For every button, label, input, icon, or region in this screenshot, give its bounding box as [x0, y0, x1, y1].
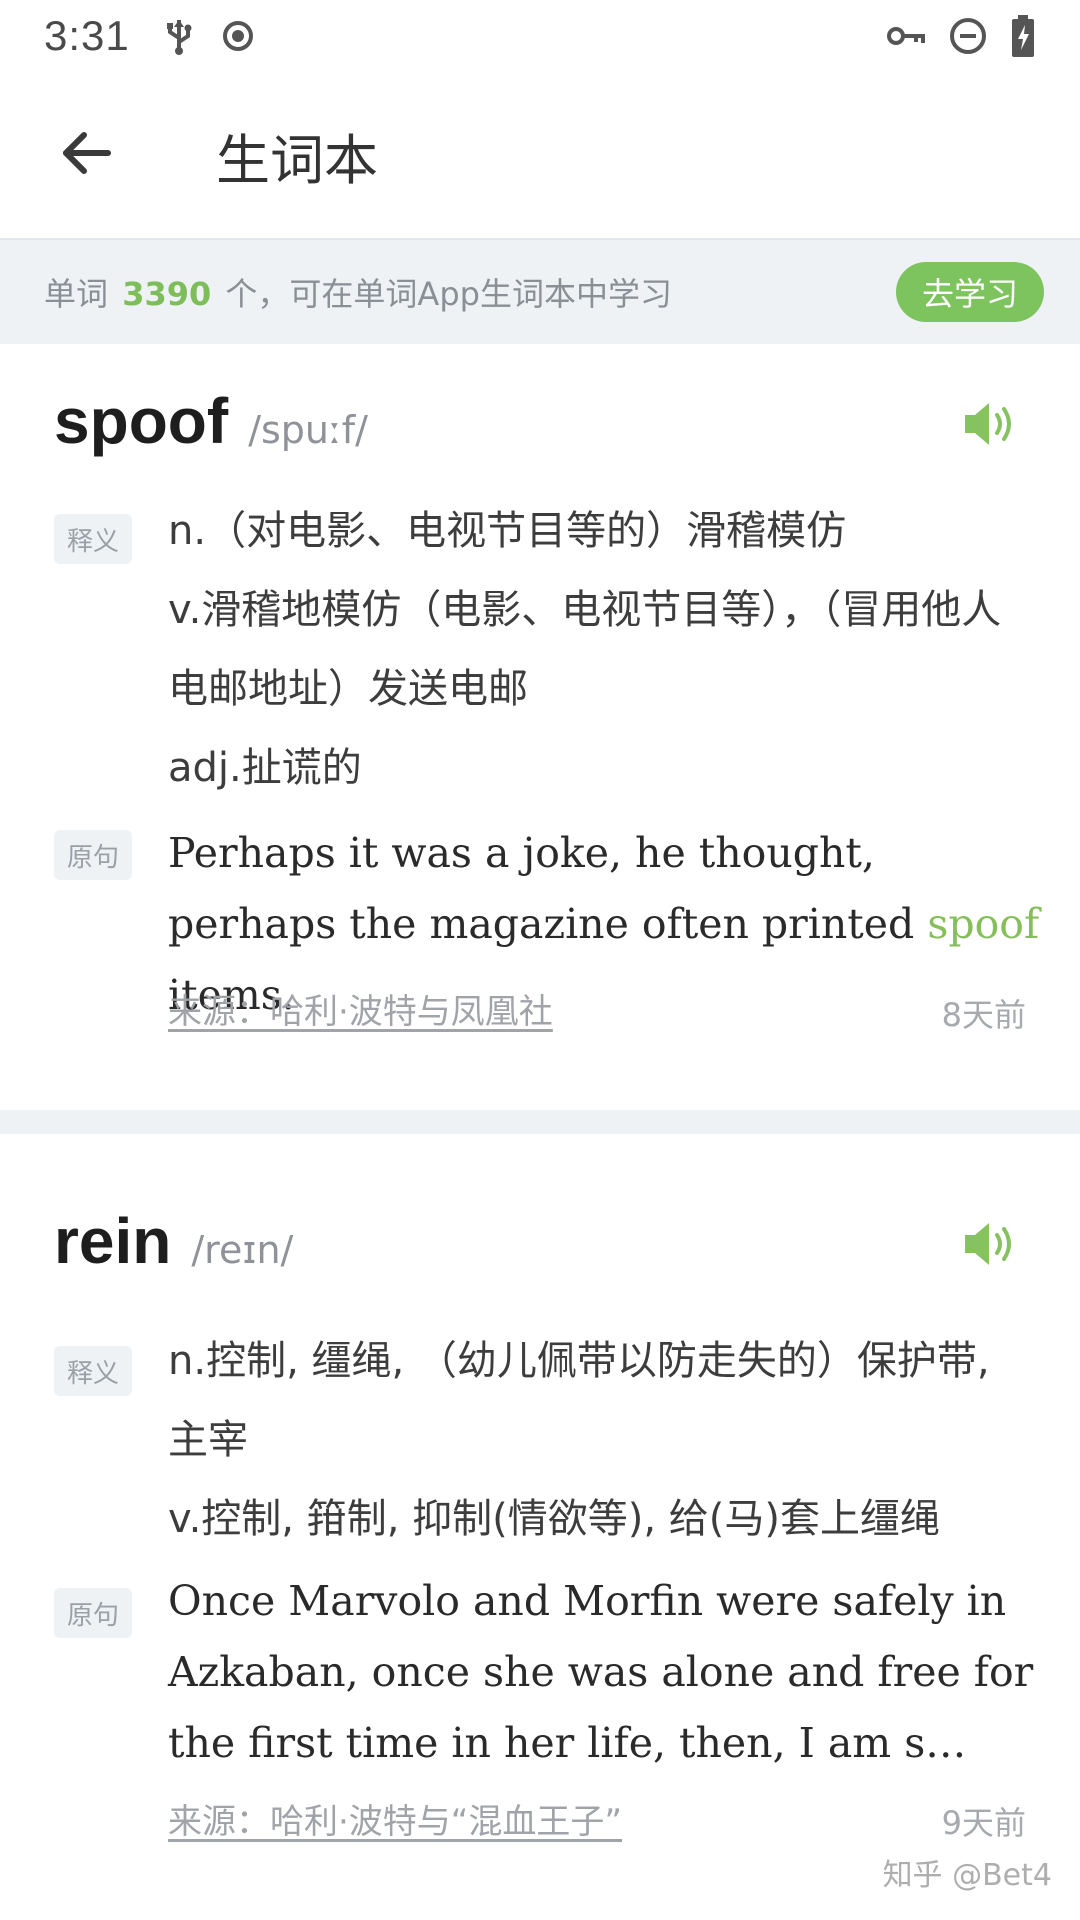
back-button[interactable]	[52, 121, 120, 189]
go-study-button[interactable]: 去学习	[895, 262, 1044, 322]
definition-line: v.控制, 箝制, 抑制(情欲等), 给(马)套上缰绳	[168, 1496, 940, 1542]
word-card[interactable]: spoof /spuːf/ 释义 n.（对电影、电视节目等的）滑稽模仿 v.滑稽…	[0, 344, 1080, 1110]
time-ago: 8天前	[941, 996, 1026, 1034]
arrow-back-icon	[58, 129, 114, 181]
source-link[interactable]: 来源：哈利·波特与凤凰社	[168, 984, 553, 1033]
status-left-icons	[164, 16, 256, 56]
card-divider	[0, 1110, 1080, 1134]
banner-text: 单词 3390 个，可在单词App生词本中学习	[44, 269, 672, 315]
word-count: 3390	[122, 275, 212, 313]
status-time: 3:31	[44, 12, 130, 59]
definition-tag: 释义	[54, 1346, 132, 1396]
example-tag: 原句	[54, 1588, 132, 1638]
example-sentence: Once Marvolo and Morfin were safely in A…	[168, 1577, 1034, 1767]
app-bar: 生词本	[0, 72, 1080, 240]
page-title: 生词本	[216, 128, 378, 192]
source-link[interactable]: 来源：哈利·波特与“混血王子”	[168, 1794, 622, 1843]
watermark: 知乎 @Bet4	[882, 1858, 1052, 1893]
pronounce-button[interactable]	[956, 396, 1026, 456]
example-text: Perhaps it was a joke, he thought, perha…	[168, 829, 928, 948]
example-tag: 原句	[54, 830, 132, 880]
example-highlight: spoof	[927, 900, 1040, 948]
status-right-icons	[886, 14, 1036, 58]
word-header: spoof /spuːf/	[54, 384, 368, 458]
definition-line: n.控制, 缰绳, （幼儿佩带以防走失的）保护带, 主宰	[168, 1338, 990, 1463]
time-ago: 9天前	[941, 1804, 1026, 1842]
do-not-disturb-icon	[948, 16, 988, 56]
speaker-icon	[961, 399, 1021, 453]
headword: spoof	[54, 385, 229, 457]
phonetic: /spuːf/	[248, 408, 368, 452]
banner-prefix: 单词	[44, 275, 109, 313]
word-header: rein /reɪn/	[54, 1204, 293, 1278]
vpn-key-icon	[886, 21, 926, 51]
vocab-banner: 单词 3390 个，可在单词App生词本中学习 去学习	[0, 240, 1080, 344]
phonetic: /reɪn/	[191, 1228, 294, 1272]
usb-icon	[164, 16, 194, 56]
pronounce-button[interactable]	[956, 1216, 1026, 1276]
definition-line: v.滑稽地模仿（电影、电视节目等），（冒用他人电邮地址）发送电邮	[168, 587, 1002, 712]
banner-suffix: 个，可在单词App生词本中学习	[225, 275, 672, 313]
definitions: n.（对电影、电视节目等的）滑稽模仿 v.滑稽地模仿（电影、电视节目等），（冒用…	[168, 492, 1026, 808]
record-icon	[220, 18, 256, 54]
speaker-icon	[961, 1219, 1021, 1273]
word-card[interactable]: rein /reɪn/ 释义 n.控制, 缰绳, （幼儿佩带以防走失的）保护带,…	[0, 1132, 1080, 1920]
definition-line: n.（对电影、电视节目等的）滑稽模仿	[168, 508, 847, 554]
battery-charging-icon	[1010, 14, 1036, 58]
definitions: n.控制, 缰绳, （幼儿佩带以防走失的）保护带, 主宰 v.控制, 箝制, 抑…	[168, 1322, 1026, 1559]
definition-line: adj.扯谎的	[168, 745, 362, 791]
definition-tag: 释义	[54, 514, 132, 564]
headword: rein	[54, 1205, 172, 1277]
status-bar: 3:31	[0, 0, 1080, 72]
